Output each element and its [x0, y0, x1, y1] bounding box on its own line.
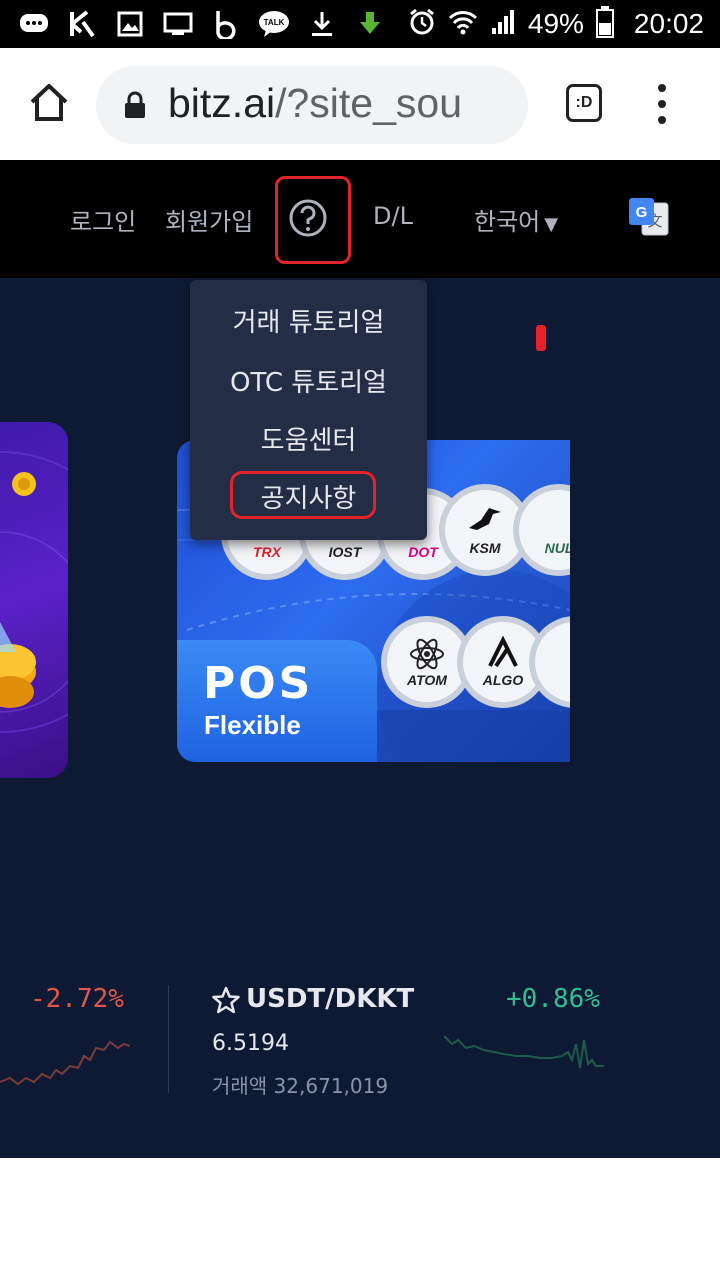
- banner-left[interactable]: [0, 422, 68, 778]
- home-button[interactable]: [26, 80, 72, 126]
- svg-text:TALK: TALK: [264, 18, 285, 27]
- wifi-icon: [448, 8, 478, 40]
- sparkline-right: [444, 1035, 604, 1069]
- browser-menu-button[interactable]: [652, 84, 672, 124]
- lock-icon: [124, 91, 146, 119]
- url-text: bitz.ai/?site_sou: [168, 80, 462, 127]
- ticker-left-change: -2.72%: [30, 984, 124, 1014]
- k-app-icon: [66, 8, 98, 40]
- status-right: 49% 20:02: [408, 0, 704, 48]
- login-link[interactable]: 로그인: [70, 202, 136, 237]
- chat-bubble-icon: [18, 8, 50, 40]
- screen: TALK 49% 20:02 bitz.ai/?site_sou:D 로그인 …: [0, 0, 720, 1280]
- browser-toolbar: bitz.ai/?site_sou :D: [0, 48, 720, 160]
- help-icon[interactable]: [288, 198, 328, 238]
- gallery-icon: [114, 8, 146, 40]
- screen-icon: [162, 8, 194, 40]
- alarm-icon: [408, 8, 436, 40]
- site-header: 로그인 회원가입 D/L 한국어 ▼: [0, 160, 720, 278]
- google-translate-icon[interactable]: 文G: [628, 197, 670, 237]
- battery-percent: 49%: [527, 8, 584, 39]
- download-icon: [306, 8, 338, 40]
- b-app-icon: [210, 8, 242, 40]
- download-link[interactable]: D/L: [373, 202, 413, 230]
- pos-badge: POS Flexible: [177, 640, 377, 762]
- menu-item-help-center[interactable]: 도움센터: [190, 420, 427, 457]
- menu-item-trade-tutorial[interactable]: 거래 튜토리얼: [190, 302, 427, 339]
- notification-icons: TALK: [18, 0, 386, 48]
- sparkline-left: [0, 1040, 130, 1086]
- pos-subtitle: Flexible: [204, 710, 301, 740]
- ticker-pair[interactable]: USDT/DKKT: [246, 984, 414, 1014]
- svg-text:G: G: [636, 204, 648, 221]
- chevron-down-icon: ▼: [544, 214, 559, 235]
- url-host: bitz.ai: [168, 80, 276, 126]
- ticker-volume: 거래액 32,671,019: [212, 1074, 389, 1098]
- notice-highlight: [230, 471, 376, 519]
- menu-item-otc-tutorial[interactable]: OTC 튜토리얼: [190, 362, 427, 399]
- pos-title: POS: [203, 658, 314, 709]
- signup-link[interactable]: 회원가입: [165, 202, 253, 237]
- talk-icon: TALK: [258, 8, 290, 40]
- tab-switcher-button[interactable]: :D: [566, 84, 602, 122]
- battery-icon: [595, 6, 614, 42]
- red-marker: [536, 325, 546, 351]
- language-selector[interactable]: 한국어 ▼: [474, 202, 558, 237]
- url-path: /?site_sou: [275, 80, 463, 126]
- ticker-right-change: +0.86%: [506, 984, 600, 1014]
- address-bar[interactable]: bitz.ai/?site_sou: [96, 66, 528, 144]
- download-green-icon: [354, 8, 386, 40]
- ticker-divider: [168, 985, 169, 1093]
- status-bar: TALK 49% 20:02: [0, 0, 720, 48]
- language-label: 한국어: [474, 208, 541, 236]
- ticker-price: 6.5194: [212, 1031, 289, 1056]
- clock: 20:02: [633, 8, 704, 39]
- favorite-star-icon[interactable]: [212, 986, 240, 1014]
- signal-icon: [490, 8, 516, 40]
